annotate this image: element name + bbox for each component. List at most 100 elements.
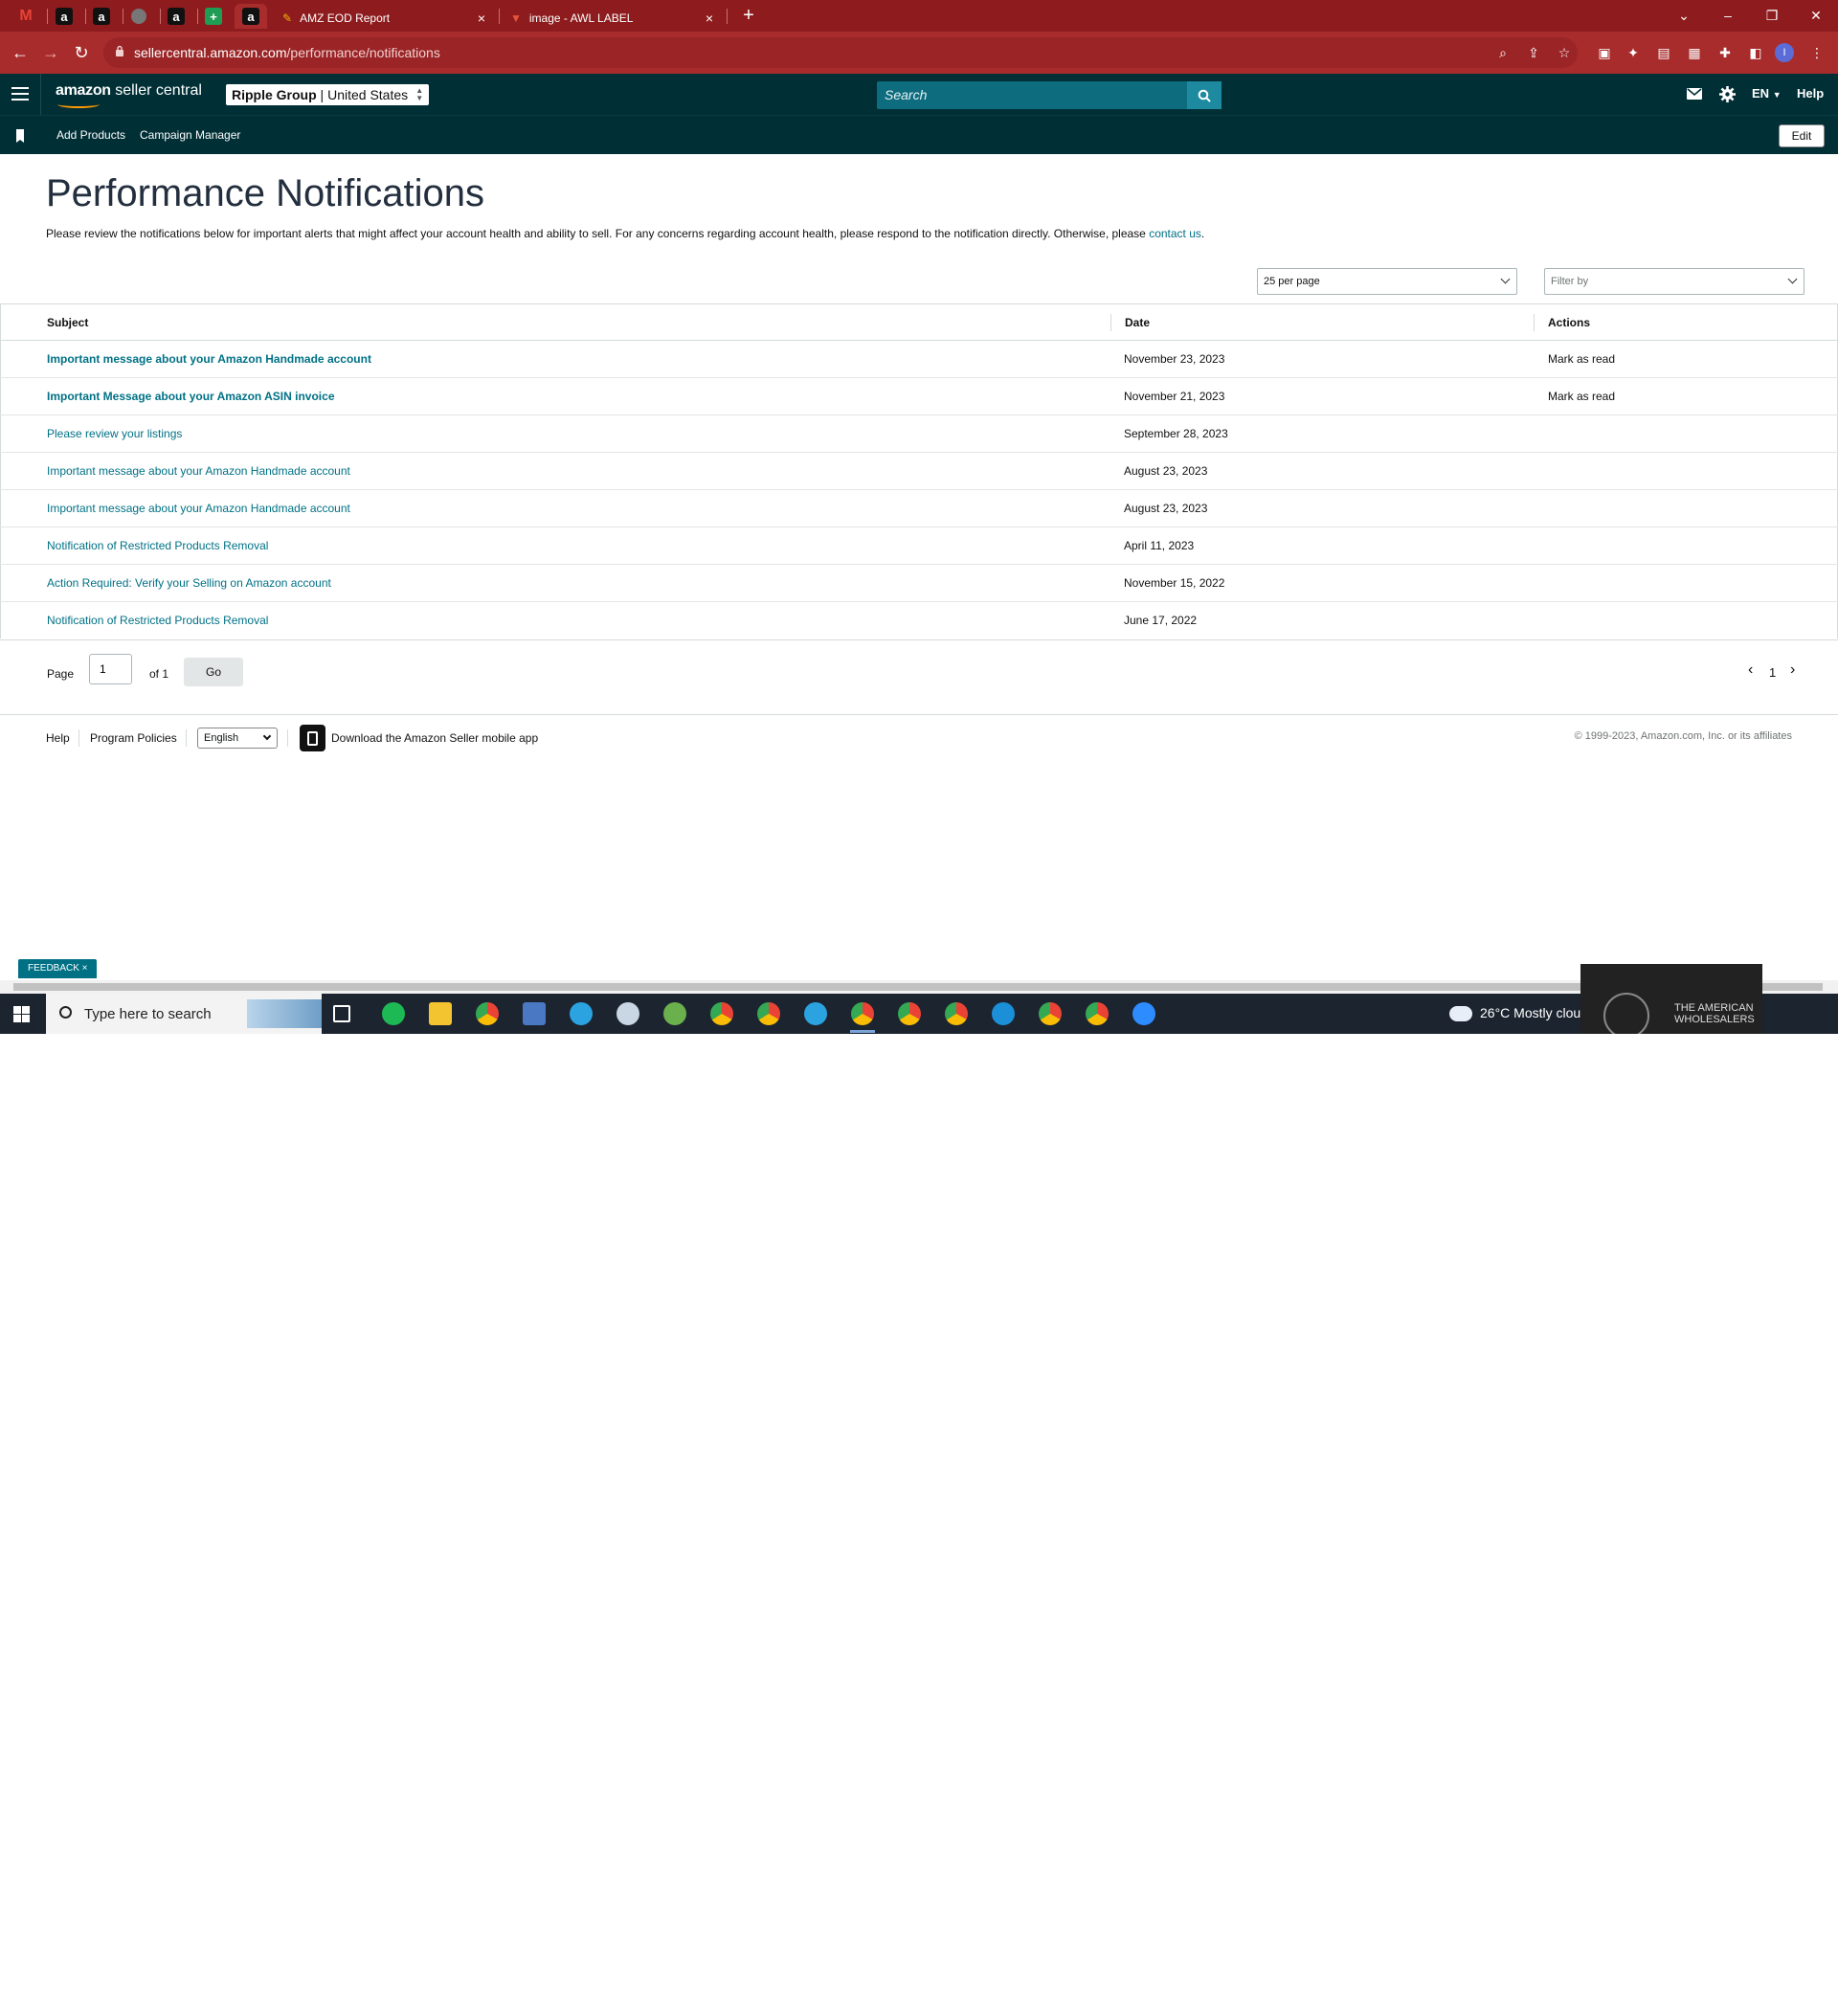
chrome-active-icon[interactable]: [851, 1002, 874, 1025]
close-window-button[interactable]: ✕: [1794, 4, 1838, 27]
nav-campaign-manager[interactable]: Campaign Manager: [140, 128, 240, 142]
lock-icon[interactable]: [115, 45, 124, 56]
tab-search-button[interactable]: ⌄: [1662, 4, 1706, 27]
utorrent-icon[interactable]: [663, 1002, 686, 1025]
extension-off-icon[interactable]: ▣: [1595, 43, 1614, 62]
seller-app-icon[interactable]: [300, 725, 325, 751]
forward-icon[interactable]: →: [37, 39, 64, 66]
tab-gmail[interactable]: M: [10, 4, 42, 29]
tab-awl-label[interactable]: ▼ image - AWL LABEL ×: [501, 4, 723, 32]
nav-add-products[interactable]: Add Products: [56, 128, 125, 142]
chrome-profile-icon[interactable]: [1039, 1002, 1062, 1025]
notification-subject-link[interactable]: Important message about your Amazon Hand…: [47, 352, 371, 366]
tab-title: AMZ EOD Report: [300, 11, 391, 25]
minimize-button[interactable]: –: [1706, 4, 1750, 27]
tab-amazon-active[interactable]: a: [235, 4, 267, 29]
notification-subject-link[interactable]: Important message about your Amazon Hand…: [47, 502, 350, 515]
extension-icon[interactable]: ✦: [1624, 43, 1643, 62]
search-box: [877, 81, 1187, 109]
page-number-input[interactable]: [89, 654, 132, 684]
notification-subject-link[interactable]: Action Required: Verify your Selling on …: [47, 576, 331, 590]
per-page-select[interactable]: 25 per page: [1257, 268, 1517, 295]
new-tab-button[interactable]: +: [737, 5, 760, 27]
chrome-icon[interactable]: [476, 1002, 499, 1025]
spotify-icon[interactable]: [382, 1002, 405, 1025]
address-bar[interactable]: sellercentral.amazon.com/performance/not…: [103, 37, 1578, 68]
tab-amz-eod-report[interactable]: ✎ AMZ EOD Report ×: [273, 4, 495, 32]
prev-page-icon[interactable]: ‹: [1748, 661, 1753, 679]
chrome-profile-icon[interactable]: [898, 1002, 921, 1025]
tab-amazon-1[interactable]: a: [48, 4, 80, 29]
seller-central-logo[interactable]: amazon seller central: [56, 82, 202, 108]
extension-image-icon[interactable]: ▤: [1654, 43, 1673, 62]
chrome-profile-icon[interactable]: [710, 1002, 733, 1025]
telegram-icon[interactable]: [570, 1002, 593, 1025]
zoom-app-icon[interactable]: [1132, 1002, 1155, 1025]
extensions-puzzle-icon[interactable]: ✚: [1715, 43, 1735, 62]
mark-as-read-link[interactable]: Mark as read: [1548, 352, 1615, 366]
telegram-icon[interactable]: [804, 1002, 827, 1025]
close-tab-icon[interactable]: ×: [478, 11, 485, 26]
search-icon: [59, 1006, 72, 1019]
reload-icon[interactable]: ↻: [68, 39, 95, 66]
tab-amazon-3[interactable]: a: [160, 4, 192, 29]
app-icon[interactable]: [616, 1002, 639, 1025]
notification-subject-link[interactable]: Important Message about your Amazon ASIN…: [47, 390, 335, 403]
search-button[interactable]: [1187, 81, 1222, 109]
column-subject[interactable]: Subject: [47, 316, 88, 329]
edge-icon[interactable]: [992, 1002, 1015, 1025]
bookmark-star-icon[interactable]: ☆: [1555, 43, 1574, 62]
browser-menu-icon[interactable]: ⋮: [1807, 43, 1827, 62]
edit-button[interactable]: Edit: [1779, 124, 1825, 147]
profile-avatar[interactable]: I: [1775, 43, 1794, 62]
chrome-profile-icon[interactable]: [757, 1002, 780, 1025]
tab-amazon-2[interactable]: a: [85, 4, 118, 29]
chrome-icon[interactable]: [1086, 1002, 1109, 1025]
filter-select[interactable]: Filter by: [1544, 268, 1804, 295]
column-date[interactable]: Date: [1125, 316, 1150, 329]
feedback-button[interactable]: FEEDBACK ×: [18, 959, 97, 978]
side-panel-icon[interactable]: ◧: [1746, 43, 1765, 62]
notification-subject-link[interactable]: Notification of Restricted Products Remo…: [47, 614, 268, 627]
back-icon[interactable]: ←: [7, 39, 34, 66]
settings-gear-icon[interactable]: [1719, 86, 1736, 102]
table-row: Notification of Restricted Products Remo…: [0, 527, 1838, 565]
hamburger-menu-icon[interactable]: [11, 87, 29, 101]
horizontal-scrollbar[interactable]: [0, 980, 1838, 994]
current-page[interactable]: 1: [1769, 665, 1776, 680]
windows-start-icon[interactable]: [13, 1006, 30, 1022]
calculator-icon[interactable]: [523, 1002, 546, 1025]
taskbar-search[interactable]: Type here to search: [46, 994, 322, 1034]
notification-subject-link[interactable]: Please review your listings: [47, 427, 182, 440]
share-icon[interactable]: ⇪: [1524, 43, 1543, 62]
close-tab-icon[interactable]: ×: [706, 11, 713, 26]
restore-button[interactable]: ❐: [1750, 4, 1794, 27]
help-link[interactable]: Help: [1797, 86, 1824, 101]
notification-icon[interactable]: [1796, 1999, 1815, 2016]
mail-icon[interactable]: [1687, 88, 1702, 100]
download-app-link[interactable]: Download the Amazon Seller mobile app: [331, 731, 538, 745]
bookmark-icon[interactable]: [16, 129, 24, 143]
notification-subject-link[interactable]: Important message about your Amazon Hand…: [47, 464, 350, 478]
url-text[interactable]: sellercentral.amazon.com/performance/not…: [134, 45, 440, 60]
weather-text[interactable]: 26°C Mostly clou: [1480, 1005, 1580, 1020]
chrome-profile-icon[interactable]: [945, 1002, 968, 1025]
mark-as-read-link[interactable]: Mark as read: [1548, 390, 1615, 403]
file-explorer-icon[interactable]: [429, 1002, 452, 1025]
tab-sheets[interactable]: +: [197, 4, 230, 29]
footer-language-select[interactable]: English: [197, 728, 278, 749]
go-button[interactable]: Go: [184, 658, 243, 686]
table-row: Important message about your Amazon Hand…: [0, 341, 1838, 378]
extension-doc-icon[interactable]: ▦: [1685, 43, 1704, 62]
program-policies-link[interactable]: Program Policies: [90, 731, 177, 745]
contact-us-link[interactable]: contact us: [1149, 227, 1201, 240]
account-switcher[interactable]: Ripple Group | United States ▲ ▼: [226, 84, 430, 105]
zoom-icon[interactable]: ⌕: [1493, 43, 1513, 62]
search-input[interactable]: [885, 85, 1172, 104]
notification-subject-link[interactable]: Notification of Restricted Products Remo…: [47, 539, 268, 552]
language-menu[interactable]: EN ▼: [1752, 86, 1782, 101]
footer-help-link[interactable]: Help: [46, 731, 70, 745]
next-page-icon[interactable]: ›: [1790, 661, 1795, 679]
task-view-icon[interactable]: [333, 1005, 350, 1022]
tab-globe[interactable]: [123, 4, 155, 29]
